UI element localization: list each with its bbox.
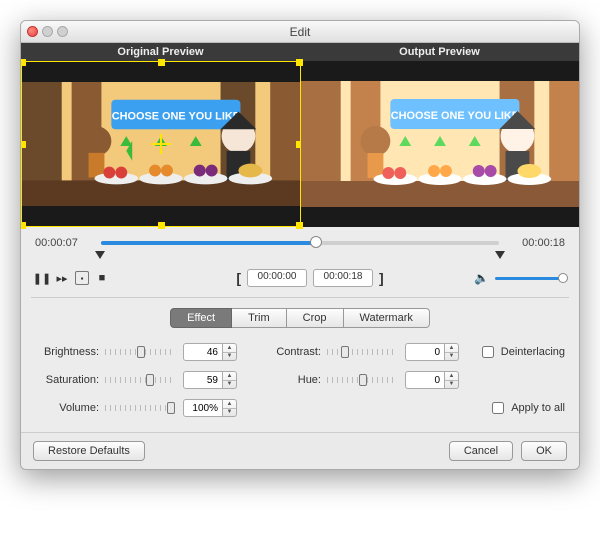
hue-slider[interactable] (327, 372, 397, 388)
volume-label: Volume: (35, 402, 105, 414)
restore-defaults-button[interactable]: Restore Defaults (33, 441, 145, 461)
step-down-icon[interactable]: ▼ (223, 353, 236, 361)
tabs: Effect Trim Crop Watermark (21, 308, 579, 328)
apply-all-checkbox[interactable]: Apply to all (488, 399, 565, 417)
seek-thumb[interactable] (310, 236, 322, 248)
volume-stepper[interactable]: ▲▼ (183, 399, 237, 417)
preview-header: Original Preview Output Preview (21, 43, 579, 61)
svg-text:CHOOSE ONE YOU LIKE: CHOOSE ONE YOU LIKE (112, 110, 240, 122)
tab-watermark[interactable]: Watermark (344, 308, 430, 328)
window-title: Edit (21, 25, 579, 39)
volume-slider[interactable] (105, 400, 175, 416)
contrast-stepper[interactable]: ▲▼ (405, 343, 459, 361)
saturation-stepper[interactable]: ▲▼ (183, 371, 237, 389)
trim-end-marker[interactable] (495, 251, 505, 259)
tab-trim[interactable]: Trim (232, 308, 287, 328)
trim-markers (21, 251, 579, 263)
timeline-start-time: 00:00:07 (35, 237, 93, 249)
timeline-end-time: 00:00:18 (507, 237, 565, 249)
hue-label: Hue: (257, 374, 327, 386)
tab-crop[interactable]: Crop (287, 308, 344, 328)
brightness-slider[interactable] (105, 344, 175, 360)
saturation-slider[interactable] (105, 372, 175, 388)
dialog-footer: Restore Defaults Cancel OK (21, 432, 579, 469)
snapshot-icon[interactable]: ▪ (75, 271, 89, 285)
contrast-slider[interactable] (327, 344, 397, 360)
titlebar: Edit (21, 21, 579, 43)
stop-icon[interactable]: ■ (95, 271, 109, 285)
seek-bar[interactable] (101, 241, 499, 245)
pause-icon[interactable]: ❚❚ (35, 271, 49, 285)
trim-end-field[interactable]: 00:00:18 (313, 269, 373, 287)
saturation-label: Saturation: (35, 374, 105, 386)
step-forward-icon[interactable]: ▸▸ (55, 271, 69, 285)
brightness-label: Brightness: (35, 346, 105, 358)
volume-icon[interactable]: 🔈 (474, 271, 489, 285)
tab-effect[interactable]: Effect (170, 308, 232, 328)
output-preview: CHOOSE ONE YOU LIKE (301, 61, 579, 227)
original-preview[interactable]: CHOOSE ONE YOU LIKE (21, 61, 301, 227)
ok-button[interactable]: OK (521, 441, 567, 461)
trim-start-field[interactable]: 00:00:00 (247, 269, 307, 287)
contrast-label: Contrast: (257, 346, 327, 358)
set-out-point-button[interactable]: ] (379, 270, 384, 286)
effect-settings: Brightness: ▲▼ Contrast: ▲▼ Deinterlacin… (21, 338, 579, 432)
original-preview-label: Original Preview (21, 43, 300, 61)
output-preview-label: Output Preview (300, 43, 579, 61)
volume-slider-preview[interactable] (495, 277, 565, 280)
hue-stepper[interactable]: ▲▼ (405, 371, 459, 389)
deinterlacing-checkbox[interactable]: Deinterlacing (478, 343, 565, 361)
step-up-icon[interactable]: ▲ (223, 344, 236, 353)
playback-controls: ❚❚ ▸▸ ▪ ■ [ 00:00:00 00:00:18 ] 🔈 (21, 263, 579, 297)
preview-area: CHOOSE ONE YOU LIKE (21, 61, 579, 227)
trim-start-marker[interactable] (95, 251, 105, 259)
brightness-stepper[interactable]: ▲▼ (183, 343, 237, 361)
set-in-point-button[interactable]: [ (236, 270, 241, 286)
timeline-row: 00:00:07 00:00:18 (21, 227, 579, 251)
edit-dialog: Edit Original Preview Output Preview CHO… (20, 20, 580, 470)
cancel-button[interactable]: Cancel (449, 441, 513, 461)
svg-text:CHOOSE ONE YOU LIKE: CHOOSE ONE YOU LIKE (391, 110, 519, 122)
